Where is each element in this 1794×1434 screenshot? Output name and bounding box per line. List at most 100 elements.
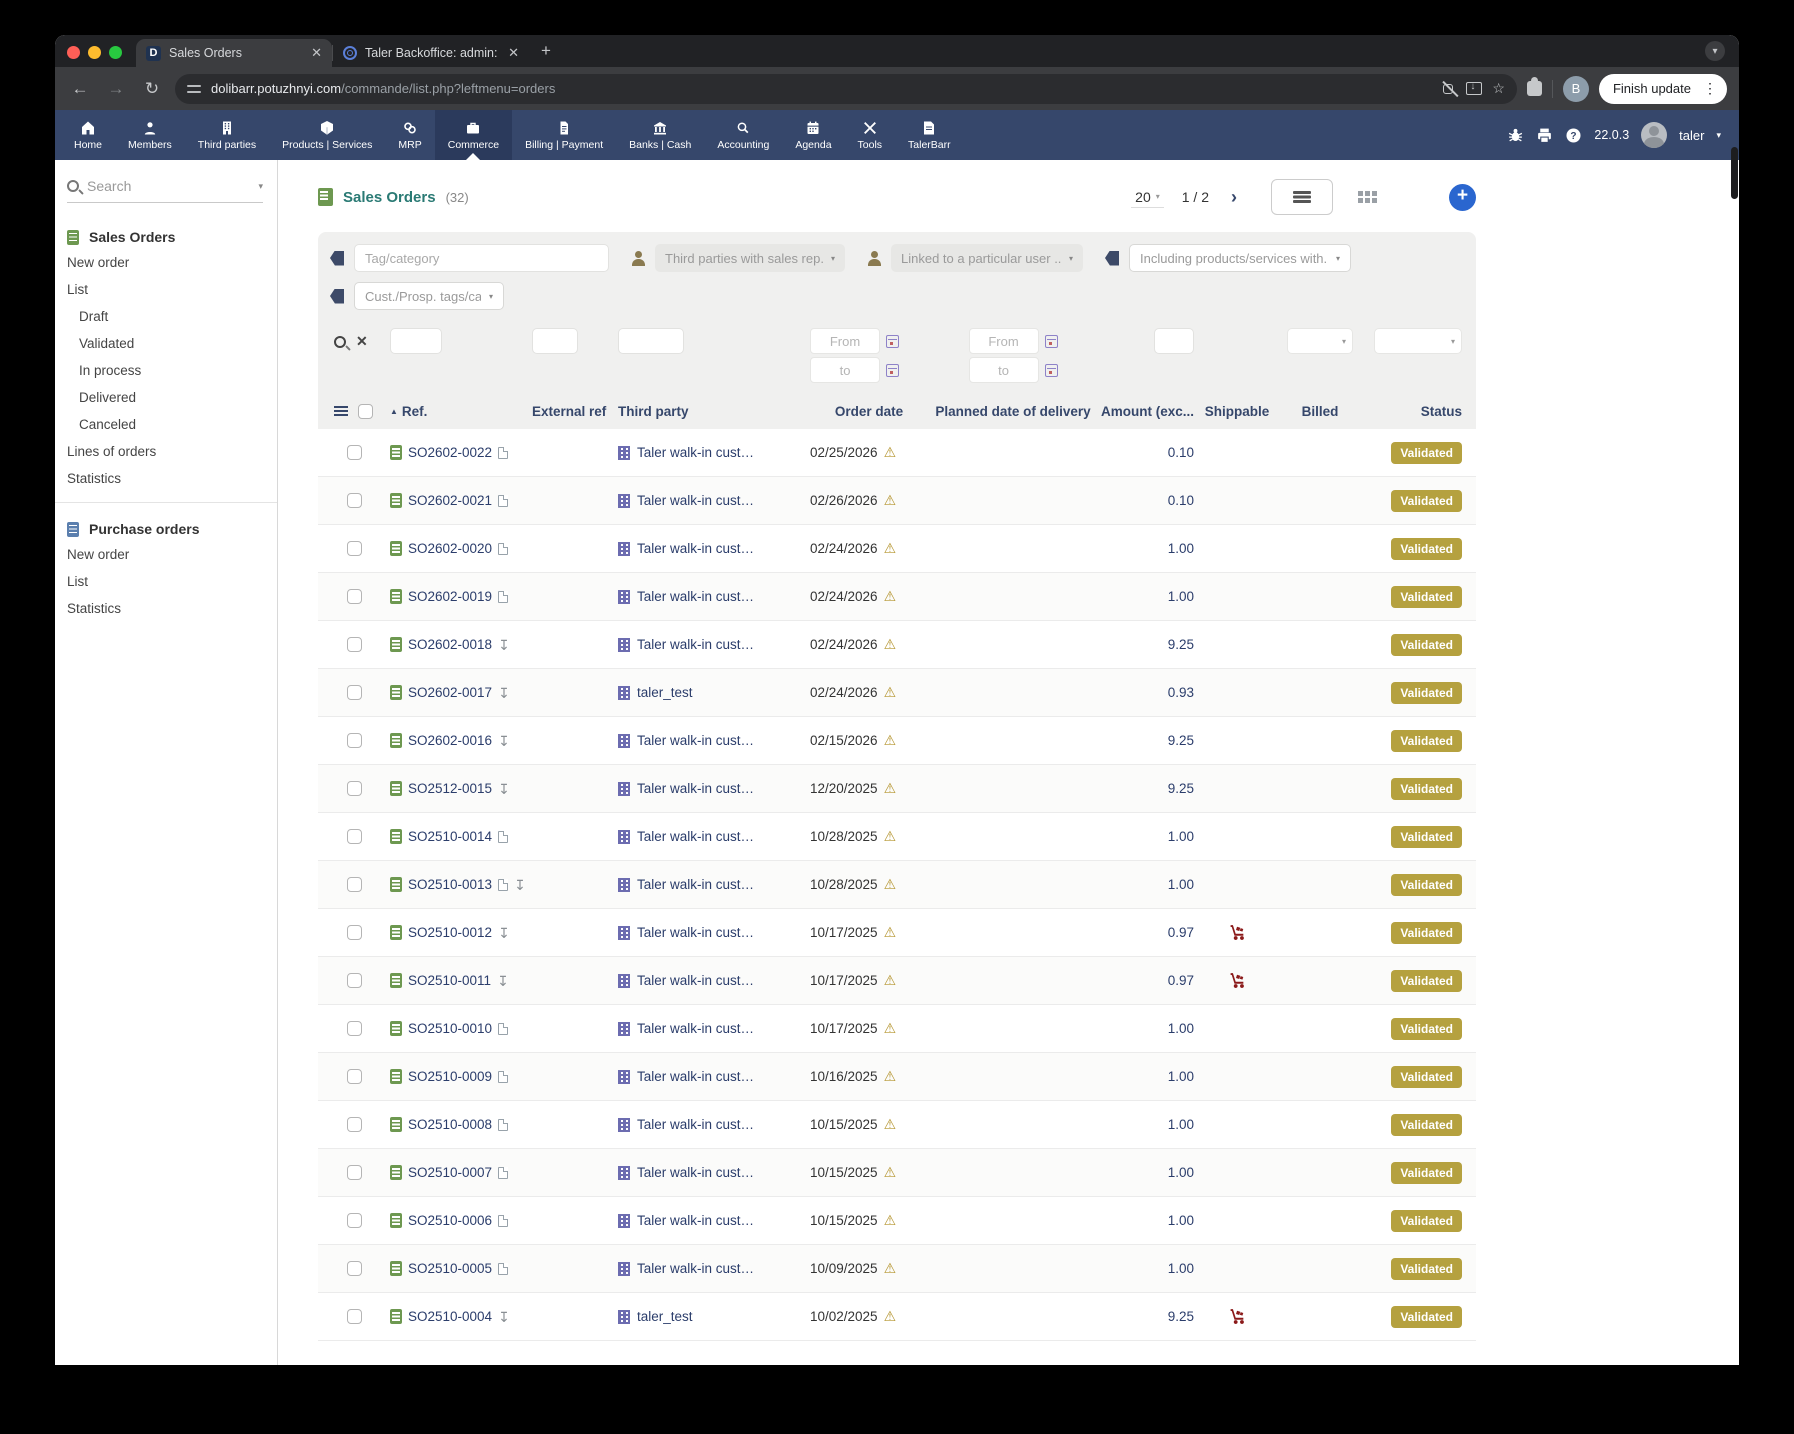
nav-billing-payment[interactable]: Billing | Payment: [512, 110, 616, 160]
tab-sales-orders[interactable]: D Sales Orders ✕: [136, 39, 332, 67]
amount-filter-input[interactable]: [1154, 328, 1194, 354]
cust-prosp-tags-select[interactable]: Cust./Prosp. tags/cat... ▾: [354, 282, 504, 310]
amount-link[interactable]: 1.00: [1168, 541, 1194, 556]
third-party-link[interactable]: Taler walk-in cust…: [637, 973, 754, 988]
header-external-ref[interactable]: External ref: [532, 404, 606, 419]
amount-link[interactable]: 1.00: [1168, 1213, 1194, 1228]
sidebar-item-po-list[interactable]: List: [55, 568, 277, 595]
header-shippable[interactable]: Shippable: [1205, 404, 1270, 419]
nav-tools[interactable]: Tools: [845, 110, 896, 160]
row-checkbox[interactable]: [347, 925, 362, 940]
row-checkbox[interactable]: [347, 637, 362, 652]
third-party-link[interactable]: taler_test: [637, 685, 693, 700]
order-ref-link[interactable]: SO2602-0018: [408, 637, 492, 652]
third-party-link[interactable]: Taler walk-in cust…: [637, 541, 754, 556]
row-checkbox[interactable]: [347, 685, 362, 700]
amount-link[interactable]: 1.00: [1168, 589, 1194, 604]
order-ref-link[interactable]: SO2510-0014: [408, 829, 492, 844]
back-button[interactable]: ←: [67, 79, 93, 99]
next-page-button[interactable]: ›: [1227, 187, 1241, 208]
amount-link[interactable]: 9.25: [1168, 1309, 1194, 1324]
sidebar-search[interactable]: Search ▾: [67, 178, 263, 203]
page-size-select[interactable]: 20 ▾: [1131, 187, 1164, 208]
order-date-to-input[interactable]: [810, 357, 880, 383]
nav-accounting[interactable]: Accounting: [704, 110, 782, 160]
download-icon[interactable]: ↧: [498, 686, 510, 700]
sidebar-item-po-statistics[interactable]: Statistics: [55, 595, 277, 622]
sidebar-item-canceled[interactable]: Canceled: [55, 411, 277, 438]
amount-link[interactable]: 1.00: [1168, 1021, 1194, 1036]
order-ref-link[interactable]: SO2510-0006: [408, 1213, 492, 1228]
sort-asc-icon[interactable]: ▲: [390, 407, 398, 416]
linked-user-select[interactable]: Linked to a particular user ... ▾: [891, 244, 1083, 272]
amount-link[interactable]: 1.00: [1168, 1261, 1194, 1276]
third-party-link[interactable]: Taler walk-in cust…: [637, 781, 754, 796]
row-checkbox[interactable]: [347, 877, 362, 892]
user-avatar[interactable]: [1641, 122, 1667, 148]
download-icon[interactable]: ↧: [514, 878, 526, 892]
row-checkbox[interactable]: [347, 493, 362, 508]
add-order-button[interactable]: +: [1449, 184, 1476, 211]
amount-link[interactable]: 0.97: [1168, 973, 1194, 988]
third-party-link[interactable]: Taler walk-in cust…: [637, 589, 754, 604]
row-checkbox[interactable]: [347, 1165, 362, 1180]
sidebar-item-draft[interactable]: Draft: [55, 303, 277, 330]
third-party-link[interactable]: Taler walk-in cust…: [637, 1021, 754, 1036]
header-third-party[interactable]: Third party: [618, 404, 689, 419]
header-amount[interactable]: Amount (exc...: [1101, 404, 1194, 419]
order-date-from-input[interactable]: [810, 328, 880, 354]
nav-talerbarr[interactable]: TalerBarr: [895, 110, 964, 160]
order-ref-link[interactable]: SO2602-0017: [408, 685, 492, 700]
tab-taler-backoffice[interactable]: Taler Backoffice: admin: Orde ✕: [333, 39, 529, 67]
select-all-checkbox[interactable]: [358, 404, 373, 419]
row-checkbox[interactable]: [347, 1213, 362, 1228]
amount-link[interactable]: 9.25: [1168, 637, 1194, 652]
nav-members[interactable]: Members: [115, 110, 185, 160]
download-icon[interactable]: ↧: [498, 926, 510, 940]
third-party-link[interactable]: Taler walk-in cust…: [637, 925, 754, 940]
third-party-salesrep-select[interactable]: Third parties with sales rep... ▾: [655, 244, 845, 272]
third-party-link[interactable]: Taler walk-in cust…: [637, 1213, 754, 1228]
third-party-link[interactable]: Taler walk-in cust…: [637, 1165, 754, 1180]
profile-avatar[interactable]: B: [1563, 76, 1589, 102]
row-checkbox[interactable]: [347, 541, 362, 556]
row-checkbox[interactable]: [347, 829, 362, 844]
order-ref-link[interactable]: SO2510-0010: [408, 1021, 492, 1036]
print-icon[interactable]: [1536, 127, 1553, 144]
order-ref-link[interactable]: SO2510-0012: [408, 925, 492, 940]
bookmark-star-icon[interactable]: ☆: [1492, 80, 1505, 97]
order-ref-link[interactable]: SO2602-0021: [408, 493, 492, 508]
calendar-icon[interactable]: [886, 364, 899, 377]
sidebar-item-delivered[interactable]: Delivered: [55, 384, 277, 411]
nav-home[interactable]: Home: [61, 110, 115, 160]
download-icon[interactable]: ↧: [498, 1310, 510, 1324]
amount-link[interactable]: 1.00: [1168, 1117, 1194, 1132]
third-party-link[interactable]: Taler walk-in cust…: [637, 1117, 754, 1132]
amount-link[interactable]: 1.00: [1168, 877, 1194, 892]
row-checkbox[interactable]: [347, 781, 362, 796]
calendar-icon[interactable]: [1045, 335, 1058, 348]
ref-filter-input[interactable]: [390, 328, 442, 354]
order-ref-link[interactable]: SO2510-0009: [408, 1069, 492, 1084]
third-party-link[interactable]: Taler walk-in cust…: [637, 877, 754, 892]
debug-bug-icon[interactable]: [1507, 127, 1524, 144]
third-party-filter-input[interactable]: [618, 328, 684, 354]
row-checkbox[interactable]: [347, 445, 362, 460]
calendar-icon[interactable]: [1045, 364, 1058, 377]
row-checkbox[interactable]: [347, 1117, 362, 1132]
order-ref-link[interactable]: SO2510-0005: [408, 1261, 492, 1276]
sidebar-heading-sales-orders[interactable]: Sales Orders: [55, 225, 277, 249]
column-settings-icon[interactable]: [334, 406, 348, 417]
amount-link[interactable]: 9.25: [1168, 733, 1194, 748]
clear-search-icon[interactable]: ✕: [356, 333, 368, 350]
row-checkbox[interactable]: [347, 589, 362, 604]
tab-search-chevron-icon[interactable]: ▾: [1705, 41, 1725, 61]
nav-third-parties[interactable]: Third parties: [185, 110, 269, 160]
tab-close-icon[interactable]: ✕: [311, 45, 322, 61]
amount-link[interactable]: 0.10: [1168, 445, 1194, 460]
sidebar-item-lines-of-orders[interactable]: Lines of orders: [55, 438, 277, 465]
third-party-link[interactable]: Taler walk-in cust…: [637, 1069, 754, 1084]
amount-link[interactable]: 9.25: [1168, 781, 1194, 796]
finish-update-button[interactable]: Finish update ⋮: [1599, 74, 1727, 104]
including-products-select[interactable]: Including products/services with... ▾: [1129, 244, 1351, 272]
